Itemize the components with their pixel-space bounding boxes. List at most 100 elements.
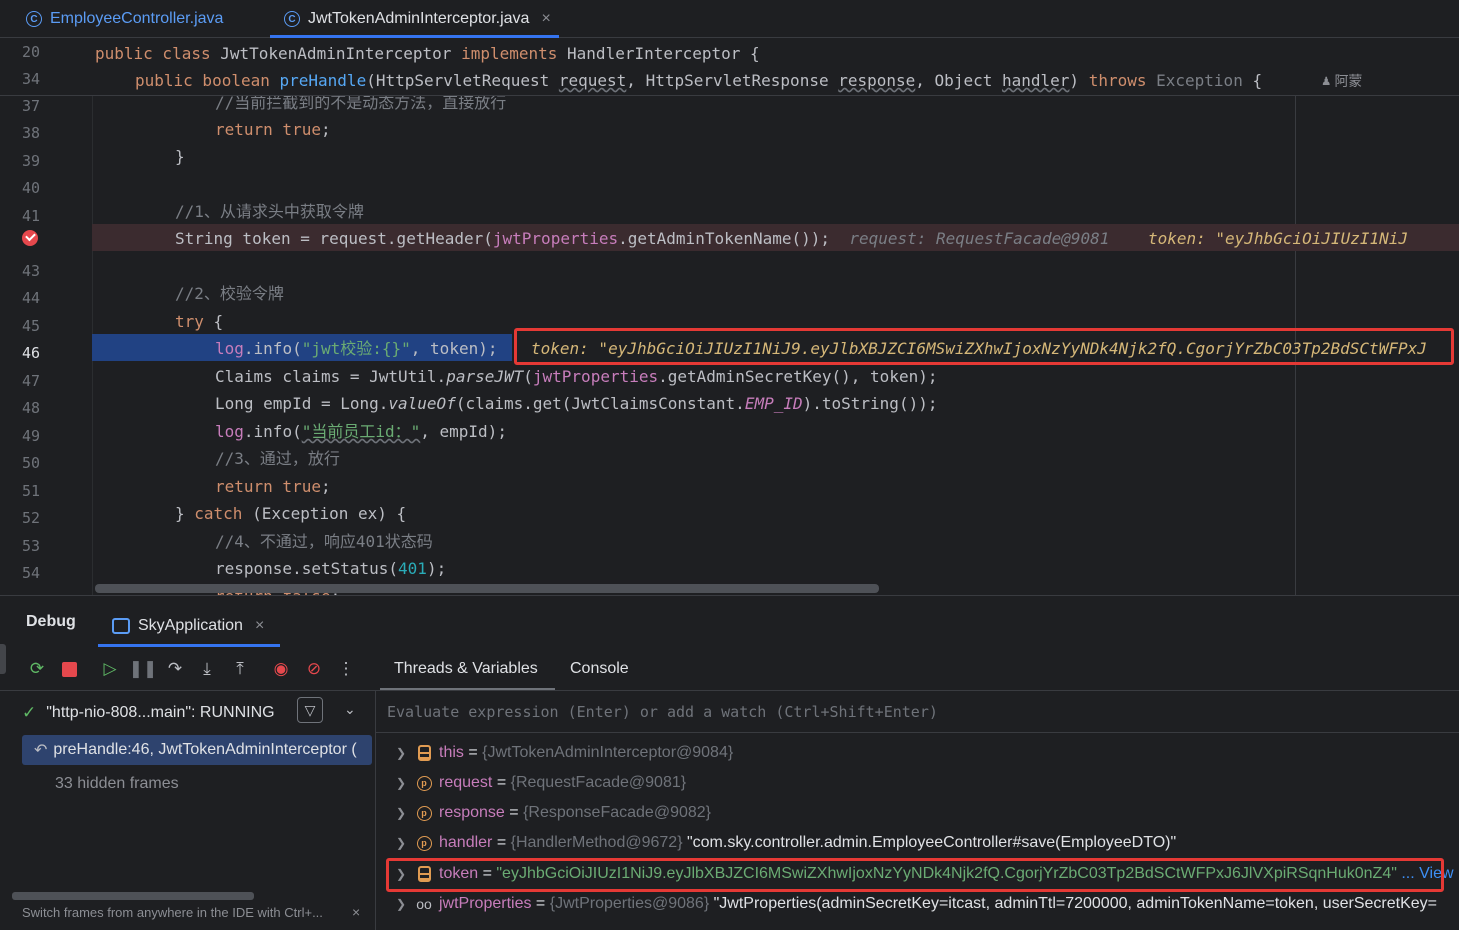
code-line-45[interactable]: try { (175, 308, 223, 335)
check-icon: ✓ (22, 703, 37, 722)
view-breakpoints-icon[interactable]: ◉ (270, 658, 292, 680)
line-number: 48 (21, 399, 40, 417)
frames-scrollbar[interactable] (12, 892, 254, 900)
line-number: 52 (21, 509, 40, 527)
stop-icon[interactable] (58, 658, 80, 680)
code-line-39[interactable]: } (175, 143, 185, 170)
app-label: SkyApplication (138, 617, 243, 634)
tab-sky-application[interactable]: SkyApplication × (98, 606, 281, 647)
close-hint-icon[interactable]: × (352, 904, 360, 920)
code-line-42[interactable]: String token = request.getHeader(jwtProp… (175, 225, 1408, 252)
expand-arrow-icon[interactable]: ❯ (396, 776, 406, 790)
debug-toolbar: ⟳ ▷ ❚❚ ↷ ⤓ ⤒ ◉ ⊘ ⋮ (0, 648, 376, 690)
tab-employee-controller[interactable]: C EmployeeController.java (26, 0, 223, 38)
code-line-44[interactable]: //2、校验令牌 (175, 280, 284, 307)
person-icon: ♟ (1322, 73, 1331, 89)
parameter-icon: p (416, 775, 432, 791)
tab-jwt-interceptor[interactable]: C JwtTokenAdminInterceptor.java × (270, 0, 559, 38)
inline-hint-request: request: RequestFacade@9081 (849, 229, 1110, 248)
sticky-method-declaration[interactable]: public boolean preHandle(HttpServletRequ… (135, 67, 1262, 94)
step-into-icon[interactable]: ⤓ (196, 658, 218, 680)
mute-breakpoints-icon[interactable]: ⊘ (303, 658, 325, 680)
line-number: 49 (21, 427, 40, 445)
variable-row-handler[interactable]: ❯ p handler = {HandlerMethod@9672} "com.… (376, 828, 1459, 858)
line-number: 53 (21, 537, 40, 555)
parameter-icon: p (416, 805, 432, 821)
rerun-icon[interactable]: ⟳ (26, 658, 48, 680)
close-session-icon[interactable]: × (255, 617, 264, 635)
debug-subtabs: Threads & Variables Console (376, 648, 1459, 690)
pause-icon[interactable]: ❚❚ (129, 658, 158, 680)
code-line-51[interactable]: return true; (215, 473, 331, 500)
evaluate-expression-input[interactable]: Evaluate expression (Enter) or add a wat… (376, 691, 1459, 733)
tab-console[interactable]: Console (570, 660, 629, 678)
line-number: 41 (21, 207, 40, 225)
thread-selector[interactable]: ✓ "http-nio-808...main": RUNNING (22, 703, 275, 723)
code-line-50[interactable]: //3、通过，放行 (215, 445, 340, 472)
parameter-icon: p (416, 835, 432, 851)
highlight-box-inline-token (514, 328, 1454, 365)
tab-threads-variables[interactable]: Threads & Variables (394, 660, 538, 678)
line-number: 50 (21, 454, 40, 472)
inline-hint-token: token: "eyJhbGciOiJIUzI1NiJ (1147, 229, 1409, 248)
variable-row-request[interactable]: ❯ p request = {RequestFacade@9081} (376, 768, 1459, 798)
watch-icon: oo (416, 896, 432, 912)
thread-label: "http-nio-808...main": RUNNING (46, 704, 275, 721)
expand-arrow-icon[interactable]: ❯ (396, 897, 406, 911)
class-icon: C (26, 11, 42, 27)
code-line-41[interactable]: //1、从请求头中获取令牌 (175, 198, 364, 225)
frames-pane: ✓ "http-nio-808...main": RUNNING ▽ ⌄ ↶ p… (0, 690, 376, 930)
resume-icon[interactable]: ▷ (99, 658, 121, 680)
evaluate-placeholder: Evaluate expression (Enter) or add a wat… (387, 702, 938, 721)
code-line-47[interactable]: Claims claims = JwtUtil.parseJWT(jwtProp… (215, 363, 937, 390)
expand-arrow-icon[interactable]: ❯ (396, 836, 406, 850)
tab-label: JwtTokenAdminInterceptor.java (308, 10, 530, 27)
step-over-icon[interactable]: ↷ (164, 658, 186, 680)
line-number: 54 (21, 564, 40, 582)
code-line-46[interactable]: log.info("jwt校验:{}", token); (215, 335, 497, 362)
stack-frame-item[interactable]: ↶ preHandle:46, JwtTokenAdminInterceptor… (22, 735, 372, 765)
chevron-down-icon[interactable]: ⌄ (344, 701, 356, 718)
line-number: 51 (21, 482, 40, 500)
author-hint[interactable]: ♟ 阿蒙 (1322, 71, 1362, 91)
line-number: 44 (21, 289, 40, 307)
filter-icon[interactable]: ▽ (297, 697, 323, 723)
debug-header: Debug SkyApplication × (0, 596, 1459, 647)
code-line-49[interactable]: log.info("当前员工id：", empId); (215, 418, 507, 445)
line-number: 40 (21, 179, 40, 197)
variables-pane: Evaluate expression (Enter) or add a wat… (376, 690, 1459, 930)
line-number: 34 (21, 70, 40, 88)
sticky-class-declaration[interactable]: public class JwtTokenAdminInterceptor im… (95, 40, 760, 67)
code-line-38[interactable]: return true; (215, 116, 331, 143)
more-options-icon[interactable]: ⋮ (335, 658, 357, 680)
line-number: 47 (21, 372, 40, 390)
author-name: 阿蒙 (1334, 74, 1363, 90)
line-number: 20 (21, 43, 40, 61)
close-tab-icon[interactable]: × (541, 10, 550, 28)
line-number-current: 46 (21, 344, 40, 362)
horizontal-scrollbar[interactable] (95, 584, 879, 593)
variable-row-response[interactable]: ❯ p response = {ResponseFacade@9082} (376, 798, 1459, 828)
code-line-48[interactable]: Long empId = Long.valueOf(claims.get(Jwt… (215, 390, 937, 417)
application-icon (112, 618, 130, 634)
breakpoint-icon[interactable] (22, 230, 38, 246)
variable-row-this[interactable]: ❯ this = {JwtTokenAdminInterceptor@9084} (376, 738, 1459, 768)
code-editor[interactable]: 20 public class JwtTokenAdminInterceptor… (0, 38, 1459, 595)
debug-title: Debug (26, 613, 76, 630)
sticky-scroll-header: 20 public class JwtTokenAdminInterceptor… (0, 38, 1459, 96)
line-number: 39 (21, 152, 40, 170)
expand-arrow-icon[interactable]: ❯ (396, 806, 406, 820)
active-tab-indicator (98, 644, 281, 647)
variable-row-jwt-properties[interactable]: ❯ oo jwtProperties = {JwtProperties@9086… (376, 889, 1459, 919)
code-line-54[interactable]: response.setStatus(401); (215, 555, 446, 582)
frame-label: preHandle:46, JwtTokenAdminInterceptor ( (53, 741, 357, 758)
line-number: 43 (21, 262, 40, 280)
step-out-icon[interactable]: ⤒ (229, 658, 251, 680)
class-icon: C (284, 11, 300, 27)
return-icon: ↶ (34, 742, 48, 759)
editor-tab-bar: C EmployeeController.java C JwtTokenAdmi… (0, 0, 1459, 38)
expand-arrow-icon[interactable]: ❯ (396, 746, 406, 760)
code-line-53[interactable]: //4、不通过，响应401状态码 (215, 528, 433, 555)
code-line-52[interactable]: } catch (Exception ex) { (175, 500, 406, 527)
hidden-frames-label[interactable]: 33 hidden frames (55, 775, 179, 793)
